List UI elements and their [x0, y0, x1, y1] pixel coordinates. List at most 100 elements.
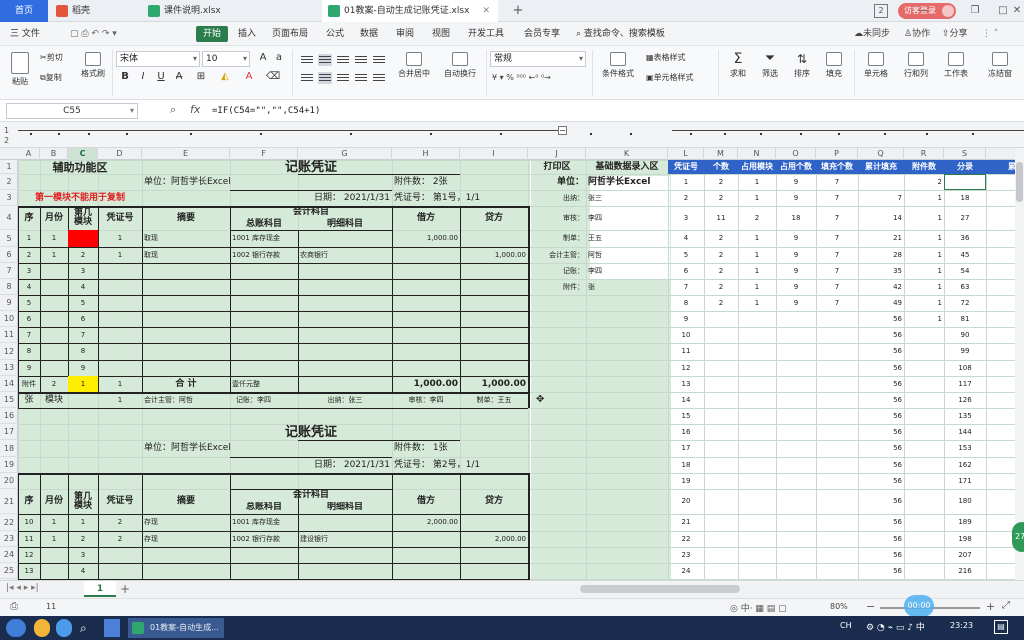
paste-button[interactable]: 粘贴 — [6, 52, 34, 87]
underline-icon[interactable]: U — [154, 70, 168, 84]
side-float-badge[interactable]: 27 — [1012, 522, 1024, 552]
align-top-icon[interactable] — [300, 54, 314, 66]
row-header-3[interactable]: 3 — [0, 190, 18, 206]
close-tab-icon[interactable]: ✕ — [482, 0, 490, 22]
row-header-4[interactable]: 4 — [0, 206, 18, 230]
minimize-icon[interactable]: — — [916, 4, 930, 18]
align-right-icon[interactable] — [336, 72, 350, 84]
row-header-12[interactable]: 12 — [0, 343, 18, 360]
column-header-S[interactable]: S — [944, 148, 986, 160]
view-mode-icons[interactable]: ◎ 中· ▦ ▤ ▢ — [730, 601, 787, 614]
outline-level-2[interactable]: 2 — [4, 136, 9, 145]
column-header-C[interactable]: C — [68, 148, 98, 160]
border-icon[interactable]: ⊞ — [194, 70, 208, 84]
menu-developer[interactable]: 开发工具 — [468, 22, 504, 46]
share-button[interactable]: ⇪分享 — [942, 22, 968, 46]
merge-center-button[interactable]: 合并居中 — [394, 52, 434, 79]
column-header-D[interactable]: D — [98, 148, 142, 160]
column-header-K[interactable]: K — [586, 148, 668, 160]
menu-page-layout[interactable]: 页面布局 — [272, 22, 308, 46]
tab-count-icon[interactable]: 2 — [874, 4, 888, 18]
app-icon[interactable] — [104, 619, 120, 637]
more-icon[interactable]: ⋮ ˄ — [982, 22, 998, 46]
menu-view[interactable]: 视图 — [432, 22, 450, 46]
sync-status[interactable]: ☁未同步 — [854, 22, 890, 46]
copy-button[interactable]: ⧉复制 — [40, 72, 62, 83]
row-header-16[interactable]: 16 — [0, 408, 18, 424]
vertical-scroll-thumb[interactable] — [1016, 162, 1023, 202]
row-header-5[interactable]: 5 — [0, 230, 18, 247]
menu-file[interactable]: 三 文件 — [10, 22, 40, 46]
cell-area[interactable]: 凭证号个数占用模块占用个数填充个数累计填充附件数分录累计121972922197… — [18, 160, 1024, 580]
filter-button[interactable]: ⏷ 筛选 — [756, 52, 784, 79]
name-box[interactable]: C55 — [6, 103, 138, 119]
row-header-17[interactable]: 17 — [0, 424, 18, 440]
command-search[interactable]: ⌕ 查找命令、搜索模板 — [576, 22, 672, 46]
column-header-I[interactable]: I — [460, 148, 528, 160]
add-sheet-button[interactable]: + — [118, 581, 132, 597]
number-format-select[interactable]: 常规 — [490, 51, 586, 67]
collapse-group-icon[interactable]: − — [558, 126, 567, 135]
row-header-18[interactable]: 18 — [0, 440, 18, 457]
close-window-icon[interactable]: ✕ — [1010, 4, 1024, 18]
formula-input[interactable]: =IF(C54="","",C54+1) — [212, 103, 320, 119]
row-header-8[interactable]: 8 — [0, 279, 18, 295]
column-header-R[interactable]: R — [904, 148, 944, 160]
font-color-icon[interactable]: A — [242, 70, 256, 84]
zoom-out-icon[interactable]: − — [866, 600, 875, 613]
menu-start[interactable]: 开始 — [196, 26, 229, 42]
table-style-button[interactable]: ▦表格样式 — [646, 52, 686, 63]
row-header-6[interactable]: 6 — [0, 247, 18, 263]
number-format-icons[interactable]: ¥ ▾ % ⁰⁰⁰ ←⁰ ⁰→ — [492, 73, 551, 82]
row-header-9[interactable]: 9 — [0, 295, 18, 311]
tab-file-course-notes[interactable]: 课件说明.xlsx — [142, 0, 318, 22]
sort-button[interactable]: ⇅ 排序 — [788, 52, 816, 79]
align-middle-icon[interactable] — [318, 54, 332, 66]
row-header-14[interactable]: 14 — [0, 376, 18, 392]
freeze-button[interactable]: 冻结窗 — [982, 52, 1018, 79]
row-header-21[interactable]: 21 — [0, 489, 18, 514]
row-header-23[interactable]: 23 — [0, 531, 18, 547]
sheet-nav-icons[interactable]: |◂ ◂ ▸ ▸| — [6, 583, 39, 593]
menu-insert[interactable]: 插入 — [238, 22, 256, 46]
italic-icon[interactable]: I — [136, 70, 150, 84]
shrink-font-icon[interactable]: a — [272, 51, 286, 65]
vertical-scrollbar[interactable] — [1015, 148, 1024, 580]
sum-button[interactable]: Σ 求和 — [724, 52, 752, 79]
tray-icons[interactable]: ⚙ ◔ ⌁ ▭ ♪ 中 — [866, 620, 925, 633]
worksheet-grid[interactable]: ABCDEFGHIJKLMNOPQRS 1 2 3 4 5 6 7 8 9 10 11 12 13 14 1… — [0, 148, 1024, 580]
row-col-button[interactable]: 行和列 — [898, 52, 934, 79]
timer-overlay[interactable]: 00:00 — [904, 595, 934, 617]
fullscreen-icon[interactable]: ⤢ — [1002, 600, 1010, 611]
font-size-select[interactable]: 10 — [202, 51, 250, 67]
macro-record-icon[interactable]: ⎙ — [10, 601, 18, 612]
clear-format-icon[interactable]: ⌫ — [266, 70, 280, 84]
browser-icon[interactable] — [34, 619, 50, 637]
tab-home[interactable]: 首页 — [0, 0, 48, 22]
column-header-P[interactable]: P — [816, 148, 858, 160]
menu-formulas[interactable]: 公式 — [326, 22, 344, 46]
tab-file-voucher[interactable]: 01教案-自动生成记账凭证.xlsx ✕ — [322, 0, 498, 22]
distribute-icon[interactable] — [372, 72, 386, 84]
column-header-L[interactable]: L — [668, 148, 704, 160]
column-header-E[interactable]: E — [142, 148, 230, 160]
wrap-text-button[interactable]: 自动换行 — [440, 52, 480, 79]
chrome-icon[interactable] — [56, 619, 72, 637]
column-header-G[interactable]: G — [298, 148, 392, 160]
search-icon[interactable]: ⌕ — [80, 619, 96, 637]
cell-style-button[interactable]: ▣单元格样式 — [646, 72, 694, 83]
row-header-2[interactable]: 2 — [0, 174, 18, 190]
magnifier-icon[interactable]: ⌕ — [170, 103, 176, 117]
outdent-icon[interactable] — [372, 54, 386, 66]
font-family-select[interactable]: 宋体 — [116, 51, 200, 67]
column-header-A[interactable]: A — [18, 148, 40, 160]
row-header-13[interactable]: 13 — [0, 360, 18, 376]
zoom-level[interactable]: 80% — [830, 602, 848, 611]
maximize-icon[interactable]: □ — [996, 4, 1010, 18]
collab-button[interactable]: ♙协作 — [904, 22, 930, 46]
tab-daoke[interactable]: 稻壳 — [50, 0, 138, 22]
notification-icon[interactable]: ▤ — [994, 620, 1008, 634]
format-painter-button[interactable]: 格式刷 — [78, 52, 108, 79]
column-header-O[interactable]: O — [776, 148, 816, 160]
strikethrough-icon[interactable]: A̶ — [172, 70, 186, 84]
